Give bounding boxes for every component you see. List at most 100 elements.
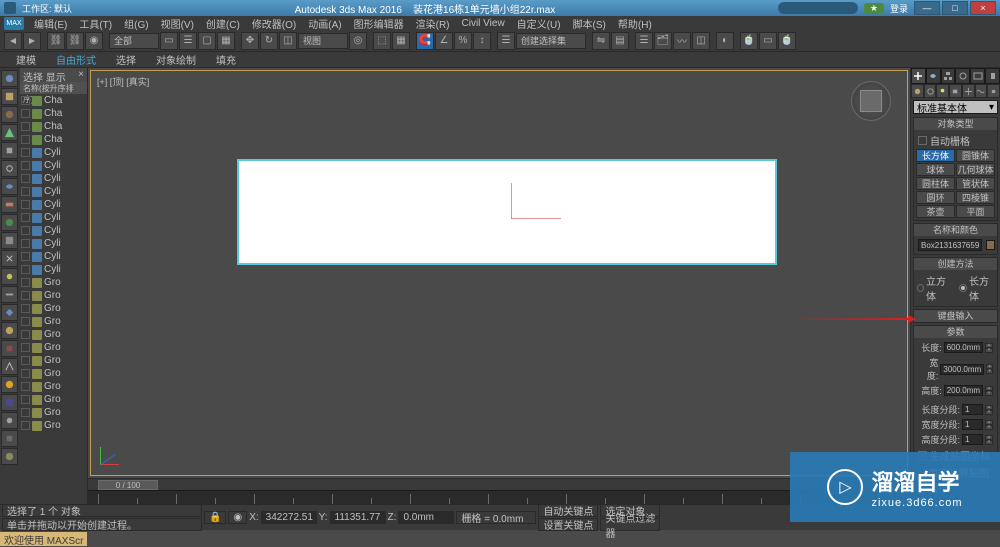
- menu-create[interactable]: 创建(C): [200, 16, 246, 31]
- spinner-snap-button[interactable]: ↕: [473, 32, 491, 50]
- object-color-swatch[interactable]: [986, 240, 995, 250]
- maxscript-listener[interactable]: 欢迎使用 MAXScr: [0, 532, 87, 546]
- spin-down[interactable]: ▾: [985, 348, 993, 353]
- maximize-button[interactable]: □: [942, 1, 968, 15]
- subtab-helpers[interactable]: [962, 84, 975, 98]
- workspace-label[interactable]: 工作区: 默认: [22, 2, 72, 15]
- list-item[interactable]: Cyli: [20, 263, 87, 276]
- list-item[interactable]: Gro: [20, 302, 87, 315]
- named-selection-button[interactable]: ☰: [497, 32, 515, 50]
- snap-toggle-button[interactable]: 🧲: [416, 32, 434, 50]
- lt-12[interactable]: [1, 268, 18, 285]
- lt-09[interactable]: [1, 214, 18, 231]
- viewcube[interactable]: [851, 81, 891, 121]
- selection-filter[interactable]: 全部: [109, 33, 159, 49]
- menu-civilview[interactable]: Civil View: [456, 18, 511, 29]
- autokey-button[interactable]: 自动关键点: [538, 504, 598, 517]
- select-region-button[interactable]: ▢: [198, 32, 216, 50]
- window-crossing-button[interactable]: ▦: [217, 32, 235, 50]
- lt-11[interactable]: [1, 250, 18, 267]
- box-object[interactable]: [237, 159, 777, 265]
- render-setup-button[interactable]: 🍵: [740, 32, 758, 50]
- ribbon-freeform[interactable]: 自由形式: [46, 50, 106, 69]
- tab-create[interactable]: [911, 68, 926, 84]
- menu-customize[interactable]: 自定义(U): [511, 16, 567, 31]
- render-button[interactable]: 🍵: [778, 32, 796, 50]
- scene-explorer-list[interactable]: ChaChaChaChaCyliCyliCyliCyliCyliCyliCyli…: [20, 94, 87, 504]
- length-field[interactable]: 600.0mm: [944, 342, 983, 353]
- select-name-button[interactable]: ☰: [179, 32, 197, 50]
- btn-tube[interactable]: 管状体: [956, 177, 995, 190]
- lt-07[interactable]: [1, 178, 18, 195]
- list-item[interactable]: Cyli: [20, 198, 87, 211]
- geometry-category-combo[interactable]: 标准基本体▾: [913, 100, 998, 114]
- list-item[interactable]: Gro: [20, 341, 87, 354]
- wseg-field[interactable]: 1: [962, 419, 983, 430]
- time-slider-thumb[interactable]: 0 / 100: [98, 480, 158, 490]
- tab-utilities[interactable]: [985, 68, 1000, 84]
- list-item[interactable]: Cyli: [20, 237, 87, 250]
- scene-explorer-column-header[interactable]: 名称(按升序排序): [20, 82, 87, 94]
- rollup-header[interactable]: 名称和颜色: [914, 224, 997, 236]
- transform-gizmo[interactable]: [511, 183, 561, 219]
- rotate-button[interactable]: ↻: [260, 32, 278, 50]
- btn-teapot[interactable]: 茶壶: [916, 205, 955, 218]
- btn-cylinder[interactable]: 圆柱体: [916, 177, 955, 190]
- scene-explorer-button[interactable]: 🗂: [654, 32, 672, 50]
- subtab-systems[interactable]: [987, 84, 1000, 98]
- object-name-field[interactable]: Box2131637659: [918, 239, 982, 251]
- curve-editor-button[interactable]: 〰: [673, 32, 691, 50]
- link-button[interactable]: ⛓: [47, 32, 65, 50]
- list-item[interactable]: Cha: [20, 120, 87, 133]
- subtab-shapes[interactable]: [924, 84, 937, 98]
- menu-tools[interactable]: 工具(T): [73, 16, 118, 31]
- hseg-field[interactable]: 1: [962, 434, 983, 445]
- menu-modifiers[interactable]: 修改器(O): [246, 16, 302, 31]
- keymode-button[interactable]: ▦: [392, 32, 410, 50]
- lt-17[interactable]: [1, 358, 18, 375]
- list-item[interactable]: Gro: [20, 289, 87, 302]
- close-icon[interactable]: ×: [78, 69, 84, 81]
- tab-display[interactable]: [970, 68, 985, 84]
- list-item[interactable]: Cyli: [20, 250, 87, 263]
- close-button[interactable]: ×: [970, 1, 996, 15]
- lt-21[interactable]: [1, 430, 18, 447]
- list-item[interactable]: Gro: [20, 380, 87, 393]
- refcoord-combo[interactable]: 视图: [298, 33, 348, 49]
- named-selset-combo[interactable]: 创建选择集: [516, 33, 586, 49]
- menu-animation[interactable]: 动画(A): [302, 16, 347, 31]
- lt-15[interactable]: [1, 322, 18, 339]
- list-item[interactable]: Cyli: [20, 185, 87, 198]
- pivot-button[interactable]: ◎: [349, 32, 367, 50]
- lt-22[interactable]: [1, 448, 18, 465]
- menu-rendering[interactable]: 渲染(R): [410, 16, 456, 31]
- menu-edit[interactable]: 编辑(E): [28, 16, 73, 31]
- lt-05[interactable]: [1, 142, 18, 159]
- lt-02[interactable]: [1, 88, 18, 105]
- list-item[interactable]: Gro: [20, 393, 87, 406]
- keyfilter-button[interactable]: 关键点过滤器: [600, 518, 660, 531]
- tab-modify[interactable]: [926, 68, 941, 84]
- btn-torus[interactable]: 圆环: [916, 191, 955, 204]
- ribbon-selection[interactable]: 选择: [106, 50, 146, 69]
- coord-y[interactable]: 111351.77: [330, 511, 386, 524]
- mirror-button[interactable]: ⇋: [592, 32, 610, 50]
- coord-x[interactable]: 342272.51: [261, 511, 317, 524]
- list-item[interactable]: Cha: [20, 107, 87, 120]
- list-item[interactable]: Gro: [20, 406, 87, 419]
- search-input[interactable]: [778, 2, 858, 14]
- manipulate-button[interactable]: ⬚: [373, 32, 391, 50]
- list-item[interactable]: Gro: [20, 367, 87, 380]
- lt-08[interactable]: [1, 196, 18, 213]
- rollup-header[interactable]: 对象类型: [914, 118, 997, 130]
- minimize-button[interactable]: —: [914, 1, 940, 15]
- lt-03[interactable]: [1, 106, 18, 123]
- lt-20[interactable]: [1, 412, 18, 429]
- autogrid-checkbox[interactable]: [918, 136, 927, 145]
- time-ruler[interactable]: [88, 490, 910, 504]
- layers-button[interactable]: ☰: [635, 32, 653, 50]
- scale-button[interactable]: ◫: [279, 32, 297, 50]
- subtab-lights[interactable]: [936, 84, 949, 98]
- btn-cone[interactable]: 圆锥体: [956, 149, 995, 162]
- lt-16[interactable]: [1, 340, 18, 357]
